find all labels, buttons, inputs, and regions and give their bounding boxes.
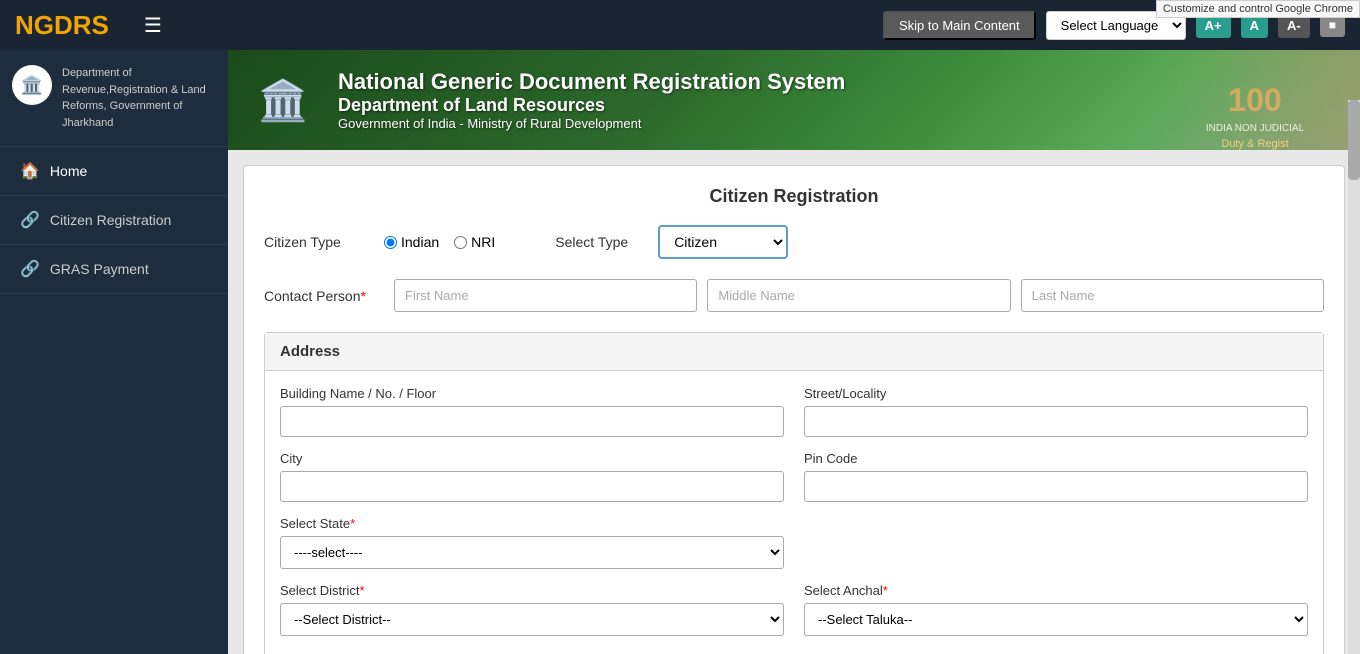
sidebar-gras-label: GRAS Payment xyxy=(50,261,149,277)
district-select[interactable]: --Select District-- xyxy=(280,603,784,636)
org-info: 🏛️ Department of Revenue,Registration & … xyxy=(0,50,228,147)
radio-nri-label[interactable]: NRI xyxy=(454,234,495,250)
state-field: Select State* ----select---- xyxy=(280,516,784,569)
banner-text: National Generic Document Registration S… xyxy=(338,69,845,131)
building-field: Building Name / No. / Floor xyxy=(280,386,784,437)
banner-logo: 🏛️ xyxy=(248,65,318,135)
sidebar-citizen-label: Citizen Registration xyxy=(50,212,171,228)
skip-to-main-button[interactable]: Skip to Main Content xyxy=(883,11,1036,40)
street-input[interactable] xyxy=(804,406,1308,437)
home-icon: 🏠 xyxy=(20,161,40,181)
sidebar-item-citizen-registration[interactable]: 🔗 Citizen Registration xyxy=(0,196,228,245)
building-label: Building Name / No. / Floor xyxy=(280,386,784,401)
radio-indian-text: Indian xyxy=(401,234,439,250)
hamburger-menu[interactable]: ☰ xyxy=(144,13,162,38)
district-label: Select District* xyxy=(280,583,784,598)
radio-nri-text: NRI xyxy=(471,234,495,250)
pincode-field: Pin Code xyxy=(804,451,1308,502)
banner-title2: Department of Land Resources xyxy=(338,95,845,116)
district-field: Select District* --Select District-- xyxy=(280,583,784,636)
citizen-icon: 🔗 xyxy=(20,210,40,230)
city-input[interactable] xyxy=(280,471,784,502)
address-section-body: Building Name / No. / Floor Street/Local… xyxy=(265,371,1323,654)
citizen-type-select[interactable]: Citizen Advocate SRO xyxy=(658,225,788,259)
building-input[interactable] xyxy=(280,406,784,437)
customize-note: Customize and control Google Chrome xyxy=(1156,0,1360,18)
pincode-label: Pin Code xyxy=(804,451,1308,466)
address-row-2: City Pin Code xyxy=(280,451,1308,502)
scrollbar[interactable] xyxy=(1348,100,1360,654)
banner: 🏛️ National Generic Document Registratio… xyxy=(228,50,1360,150)
street-field: Street/Locality xyxy=(804,386,1308,437)
city-field: City xyxy=(280,451,784,502)
name-inputs xyxy=(394,279,1324,312)
org-logo: 🏛️ xyxy=(12,65,52,105)
radio-group: Indian NRI xyxy=(384,234,495,250)
anchal-field: Select Anchal* --Select Taluka-- xyxy=(804,583,1308,636)
contact-required: * xyxy=(361,288,366,304)
sidebar-item-home[interactable]: 🏠 Home xyxy=(0,147,228,196)
address-section-header: Address xyxy=(265,333,1323,371)
banner-title1: National Generic Document Registration S… xyxy=(338,69,845,95)
form-title: Citizen Registration xyxy=(264,186,1324,207)
taluka-select[interactable]: --Select Taluka-- xyxy=(804,603,1308,636)
last-name-input[interactable] xyxy=(1021,279,1324,312)
radio-nri[interactable] xyxy=(454,236,467,249)
citizen-type-row: Citizen Type Indian NRI Select Type xyxy=(264,225,1324,259)
state-select[interactable]: ----select---- xyxy=(280,536,784,569)
street-label: Street/Locality xyxy=(804,386,1308,401)
pincode-input[interactable] xyxy=(804,471,1308,502)
state-label: Select State* xyxy=(280,516,784,531)
contact-person-label: Contact Person* xyxy=(264,288,384,304)
citizen-type-label: Citizen Type xyxy=(264,234,364,250)
address-row-1: Building Name / No. / Floor Street/Local… xyxy=(280,386,1308,437)
main-content: Citizen Registration Citizen Type Indian xyxy=(228,150,1360,654)
first-name-input[interactable] xyxy=(394,279,697,312)
sidebar-home-label: Home xyxy=(50,163,87,179)
form-container: Citizen Registration Citizen Type Indian xyxy=(243,165,1345,654)
middle-name-input[interactable] xyxy=(707,279,1010,312)
sidebar: 🏛️ Department of Revenue,Registration & … xyxy=(0,50,228,654)
scrollbar-thumb[interactable] xyxy=(1348,100,1360,180)
contact-row: Contact Person* xyxy=(264,279,1324,312)
banner-subtitle: Government of India - Ministry of Rural … xyxy=(338,116,845,131)
anchal-label: Select Anchal* xyxy=(804,583,1308,598)
banner-right: 100 INDIA NON JUDICIAL Duty & Regist xyxy=(1160,50,1360,150)
gras-icon: 🔗 xyxy=(20,259,40,279)
radio-indian-label[interactable]: Indian xyxy=(384,234,439,250)
city-label: City xyxy=(280,451,784,466)
radio-indian[interactable] xyxy=(384,236,397,249)
org-text: Department of Revenue,Registration & Lan… xyxy=(62,65,216,131)
select-type-label: Select Type xyxy=(555,234,628,250)
address-row-3: Select State* ----select---- xyxy=(280,516,1308,569)
address-section: Address Building Name / No. / Floor Stre… xyxy=(264,332,1324,654)
address-row-4: Select District* --Select District-- Sel… xyxy=(280,583,1308,636)
app-logo: NGDRS xyxy=(15,10,109,41)
sidebar-item-gras-payment[interactable]: 🔗 GRAS Payment xyxy=(0,245,228,294)
